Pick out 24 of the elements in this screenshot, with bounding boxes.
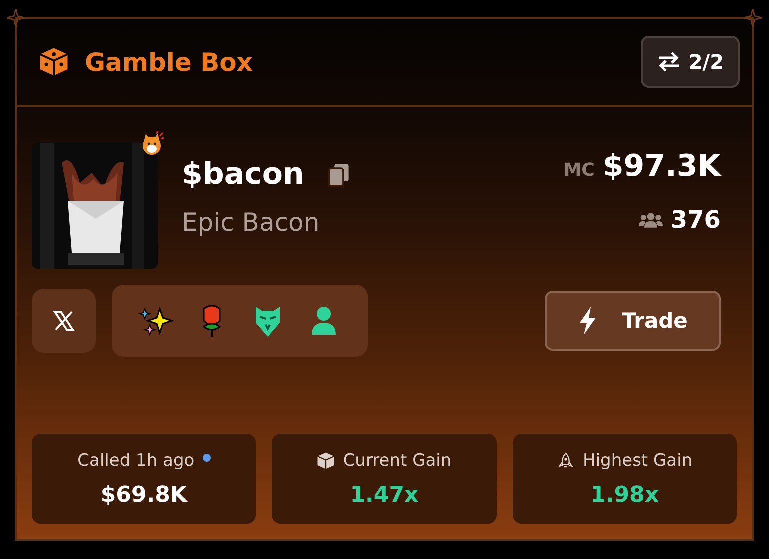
rocket-icon [557,452,576,470]
x-logo-icon [52,309,76,333]
stat-value: 1.47x [350,482,419,508]
stat-label: Called 1h ago [78,450,195,470]
holder-count: 376 [670,206,721,234]
stat-value: $69.8K [100,482,188,508]
token-name: Epic Bacon [182,208,321,237]
stat-label: Highest Gain [583,450,693,470]
users-icon [638,212,663,228]
card-title: Gamble Box [85,48,253,76]
market-cap-value: $97.3K [602,149,721,184]
trade-button[interactable]: Trade [545,291,721,351]
lightning-icon [578,307,598,335]
stat-value: 1.98x [590,482,660,508]
x-link-button[interactable] [32,289,96,353]
corner-ornament-icon [744,9,762,27]
corner-ornament-icon [7,9,25,27]
switch-button[interactable]: 2/2 [640,36,740,88]
copy-icon[interactable] [328,162,350,186]
token-symbol: $bacon [182,157,304,192]
swap-icon [656,52,681,72]
stat-label: Current Gain [343,450,452,470]
market-cap-label: MC [564,160,595,181]
live-dot-icon [202,454,211,462]
